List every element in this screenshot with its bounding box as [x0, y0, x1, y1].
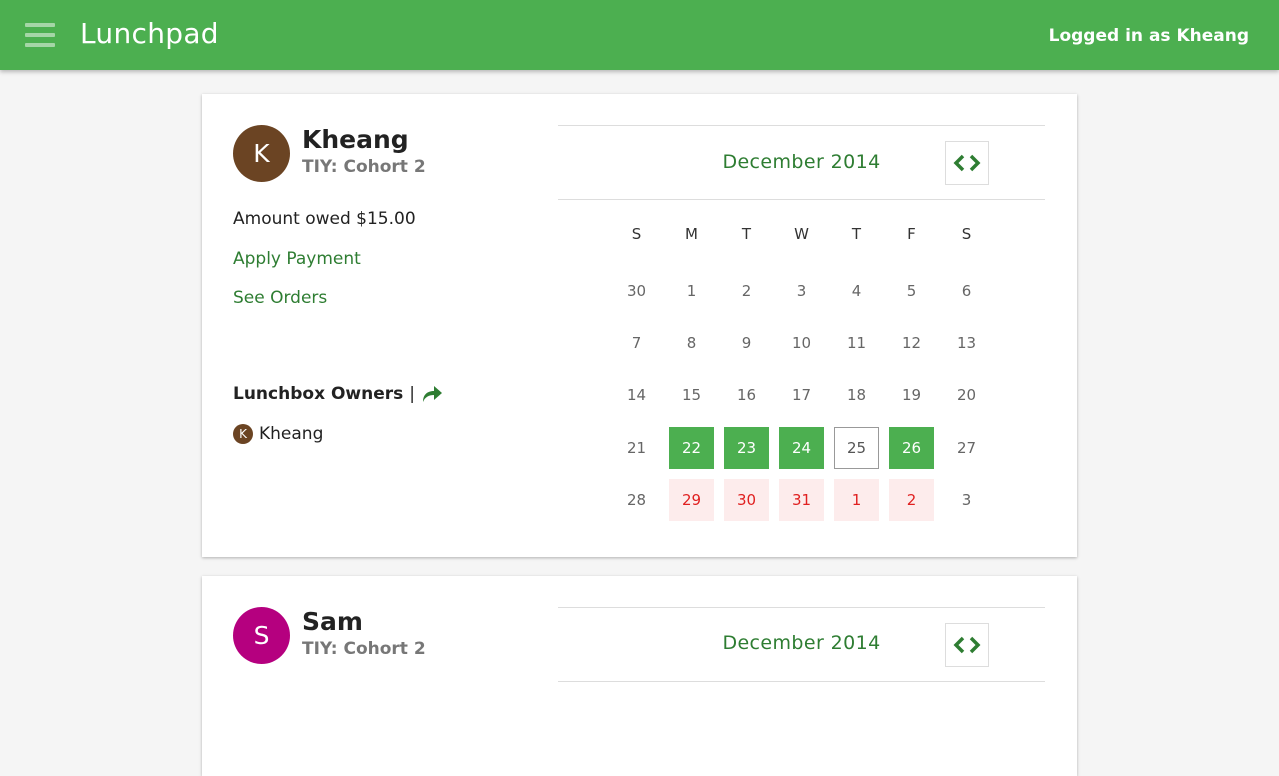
owner-avatar: K [233, 424, 253, 444]
calendar-day-plain[interactable]: 1 [669, 270, 714, 312]
calendar-divider [558, 607, 1045, 608]
weekday-label: F [907, 225, 916, 243]
user-card: K Kheang TIY: Cohort 2 Amount owed $15.0… [202, 94, 1077, 557]
share-arrow-icon[interactable] [421, 384, 443, 404]
weekday-label: S [961, 225, 972, 243]
calendar-day-plain[interactable]: 17 [779, 374, 824, 416]
calendar-day-ordered[interactable]: 23 [724, 427, 769, 469]
owners-separator: | [409, 384, 415, 404]
calendar-day-owed[interactable]: 30 [724, 479, 769, 521]
calendar-day-plain[interactable]: 10 [779, 322, 824, 364]
calendar-day-plain[interactable]: 11 [834, 322, 879, 364]
calendar-day-ordered[interactable]: 26 [889, 427, 934, 469]
calendar-divider [558, 125, 1045, 126]
calendar-day-plain[interactable]: 14 [614, 374, 659, 416]
calendar-day-plain[interactable]: 20 [944, 374, 989, 416]
chevron-left-right-icon [953, 636, 981, 654]
weekday-label: S [631, 225, 642, 243]
calendar-day-ordered[interactable]: 24 [779, 427, 824, 469]
calendar-day-today[interactable]: 25 [834, 427, 879, 469]
calendar-day-plain[interactable]: 4 [834, 270, 879, 312]
calendar-day-plain[interactable]: 9 [724, 322, 769, 364]
owner-name: Kheang [259, 424, 324, 444]
avatar: K [233, 125, 290, 182]
calendar-day-plain[interactable]: 15 [669, 374, 714, 416]
login-status: Logged in as Kheang [1048, 26, 1249, 46]
apply-payment-link[interactable]: Apply Payment [233, 249, 361, 269]
calendar-day-plain[interactable]: 19 [889, 374, 934, 416]
calendar-day-plain[interactable]: 12 [889, 322, 934, 364]
calendar-day-plain[interactable]: 3 [779, 270, 824, 312]
calendar-day-plain[interactable]: 16 [724, 374, 769, 416]
calendar-day-owed[interactable]: 1 [834, 479, 879, 521]
calendar-divider [558, 199, 1045, 200]
calendar-day-owed[interactable]: 31 [779, 479, 824, 521]
user-card: S Sam TIY: Cohort 2 December 2014 [202, 576, 1077, 776]
calendar-day-plain[interactable]: 21 [614, 427, 659, 469]
top-app-bar: Lunchpad Logged in as Kheang [0, 0, 1279, 70]
calendar-day-plain[interactable]: 7 [614, 322, 659, 364]
calendar-nav-button[interactable] [945, 141, 989, 185]
avatar: S [233, 607, 290, 664]
calendar-nav-button[interactable] [945, 623, 989, 667]
cohort-label: TIY: Cohort 2 [302, 639, 426, 659]
calendar-day-plain[interactable]: 2 [724, 270, 769, 312]
calendar-day-plain[interactable]: 28 [614, 479, 659, 521]
calendar-day-plain[interactable]: 27 [944, 427, 989, 469]
weekday-label: T [741, 225, 752, 243]
weekday-label: M [685, 225, 698, 243]
see-orders-link[interactable]: See Orders [233, 288, 327, 308]
calendar-day-plain[interactable]: 6 [944, 270, 989, 312]
hamburger-icon[interactable] [25, 23, 55, 47]
calendar-day-ordered[interactable]: 22 [669, 427, 714, 469]
cohort-label: TIY: Cohort 2 [302, 157, 426, 177]
owner-list-item: K Kheang [233, 424, 323, 444]
user-name: Kheang [302, 125, 409, 154]
calendar-divider [558, 681, 1045, 682]
weekday-label: T [851, 225, 862, 243]
chevron-left-right-icon [953, 154, 981, 172]
app-title[interactable]: Lunchpad [80, 17, 219, 50]
calendar-day-owed[interactable]: 29 [669, 479, 714, 521]
calendar-day-plain[interactable]: 3 [944, 479, 989, 521]
calendar-day-plain[interactable]: 13 [944, 322, 989, 364]
lunchbox-owners-heading: Lunchbox Owners | [233, 384, 443, 404]
calendar-day-plain[interactable]: 8 [669, 322, 714, 364]
calendar-day-plain[interactable]: 18 [834, 374, 879, 416]
calendar-day-owed[interactable]: 2 [889, 479, 934, 521]
calendar-day-plain[interactable]: 5 [889, 270, 934, 312]
calendar-day-plain[interactable]: 30 [614, 270, 659, 312]
amount-owed: Amount owed $15.00 [233, 209, 416, 229]
owners-title: Lunchbox Owners [233, 384, 404, 404]
user-name: Sam [302, 607, 363, 636]
weekday-label: W [794, 225, 809, 243]
